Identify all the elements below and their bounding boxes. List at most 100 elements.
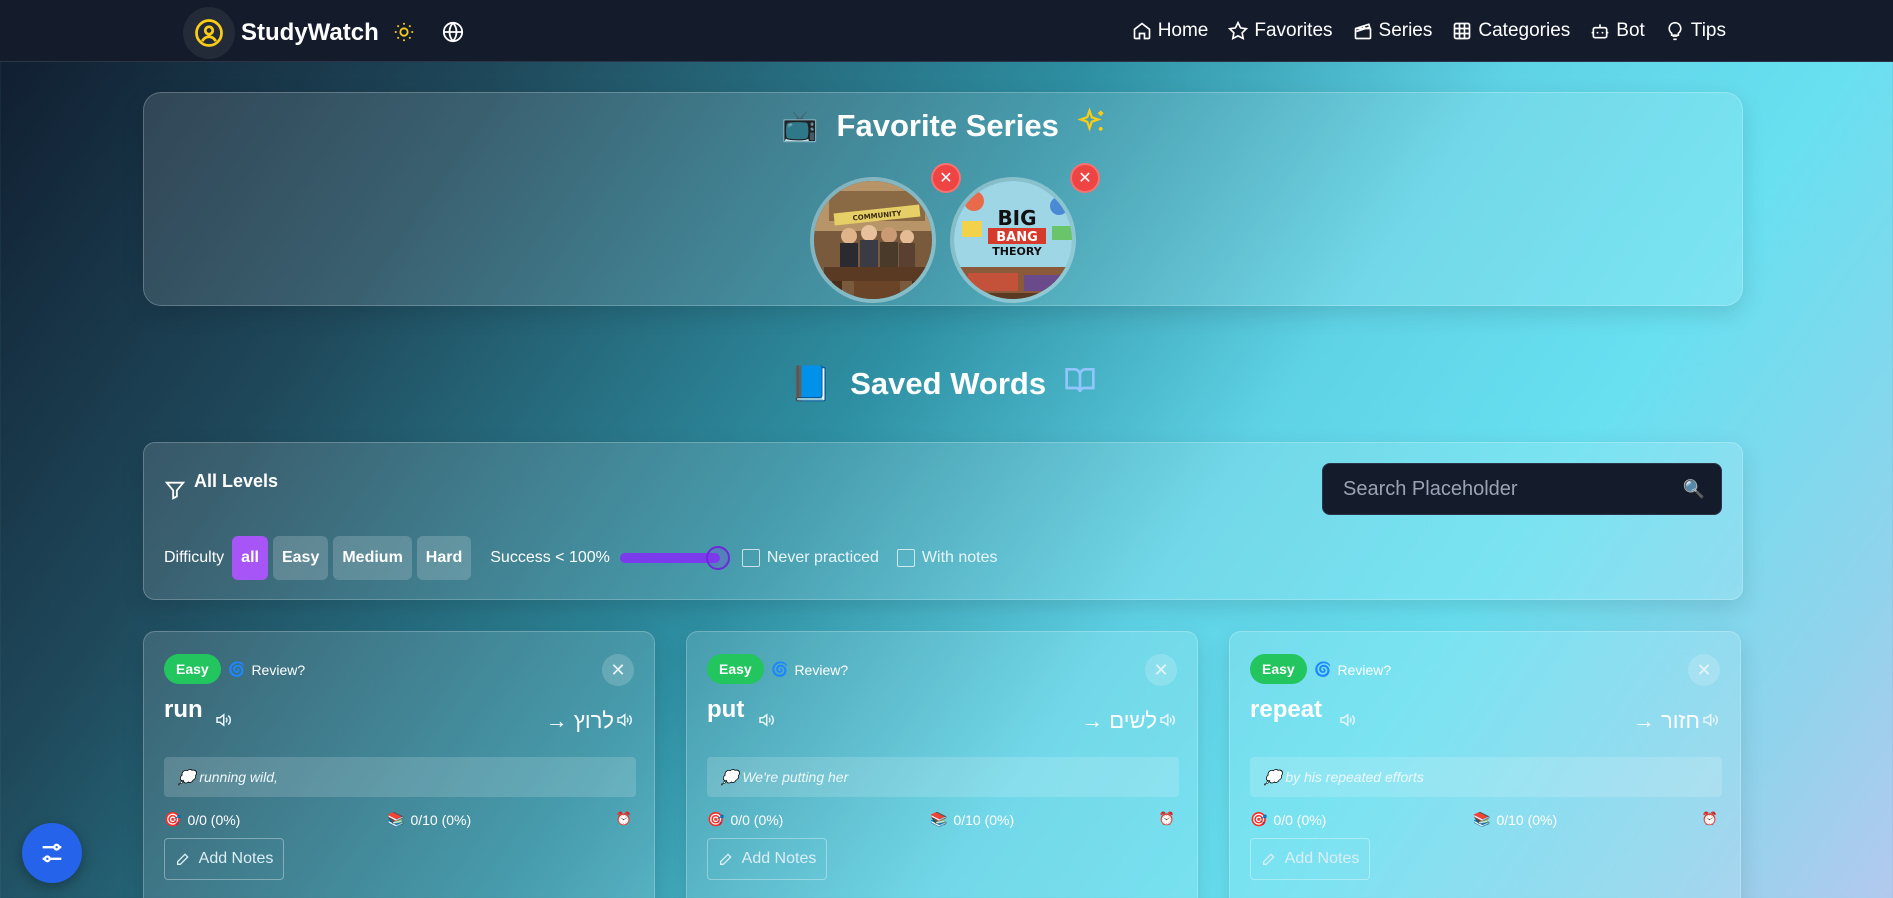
score-value: 0/0 (0%): [187, 811, 241, 828]
nav-home-label: Home: [1157, 20, 1209, 41]
alarm-clock-icon[interactable]: ⏰: [1159, 811, 1175, 827]
word-card: Easy 🌀 Review? ✕ put → לשים 💭 We're putt…: [686, 631, 1198, 898]
word-text: run: [164, 696, 203, 723]
series-poster-2[interactable]: BIG BANG THEORY: [950, 177, 1076, 303]
sliders-icon: [42, 843, 62, 863]
translation-text: → לשים: [1081, 708, 1157, 733]
levels-label: All Levels: [194, 471, 279, 491]
word-text: repeat: [1250, 696, 1323, 723]
user-avatar-icon[interactable]: [183, 7, 235, 59]
review-toggle[interactable]: 🌀 Review?: [1314, 661, 1391, 678]
pencil-icon: [719, 853, 732, 865]
delete-word-button[interactable]: ✕: [602, 654, 634, 686]
target-icon: 🎯: [164, 811, 182, 827]
remove-series-2-button[interactable]: ✕: [1070, 163, 1100, 193]
example-sentence: 💭 We're putting her: [707, 757, 1179, 797]
with-notes-box[interactable]: [896, 549, 915, 567]
level-badge: Easy: [164, 654, 221, 684]
difficulty-chip-easy[interactable]: Easy: [272, 536, 329, 580]
remove-series-1-button[interactable]: ✕: [931, 163, 961, 193]
add-notes-button[interactable]: Add Notes: [164, 838, 284, 880]
add-notes-button[interactable]: Add Notes: [707, 838, 827, 880]
success-slider-thumb[interactable]: [705, 546, 730, 570]
add-notes-button[interactable]: Add Notes: [1250, 838, 1370, 880]
success-slider[interactable]: [619, 546, 730, 570]
never-practiced-label: Never practiced: [766, 549, 879, 566]
example-sentence: 💭 running wild,: [164, 757, 636, 797]
nav-tips[interactable]: Tips: [1665, 20, 1726, 42]
levels-filter[interactable]: All Levels: [164, 471, 278, 501]
speaker-icon[interactable]: [756, 711, 776, 729]
delete-word-button[interactable]: ✕: [1688, 654, 1720, 686]
spiral-icon: 🌀: [771, 661, 789, 677]
lightbulb-icon: [1668, 21, 1682, 41]
difficulty-chip-medium[interactable]: Medium: [333, 536, 412, 580]
speaker-icon[interactable]: [1337, 711, 1357, 729]
svg-text:BANG: BANG: [996, 230, 1038, 245]
nav-categories[interactable]: Categories: [1452, 20, 1570, 42]
spiral-icon: 🌀: [1314, 661, 1332, 677]
review-toggle[interactable]: 🌀 Review?: [771, 661, 848, 678]
score-stat: 🎯 0/0 (0%): [164, 811, 240, 828]
brand-name: StudyWatch: [241, 19, 379, 46]
alarm-clock-icon[interactable]: ⏰: [1702, 811, 1718, 827]
never-practiced-checkbox[interactable]: Never practiced: [741, 549, 879, 567]
nav-bot-label: Bot: [1616, 20, 1645, 41]
difficulty-label: Difficulty: [164, 549, 225, 566]
top-navbar: StudyWatch Home Favorites Series Categor…: [0, 0, 1893, 62]
spiral-icon: 🌀: [228, 661, 246, 677]
nav-bot[interactable]: Bot: [1590, 20, 1645, 42]
word-card: Easy 🌀 Review? ✕ repeat → חזור 💭 by his …: [1229, 631, 1741, 898]
add-notes-label: Add Notes: [198, 850, 274, 867]
delete-word-button[interactable]: ✕: [1145, 654, 1177, 686]
language-globe-icon[interactable]: [440, 19, 466, 45]
poster-2-text: THEORY: [992, 245, 1042, 258]
saved-words-title: Saved Words: [850, 366, 1047, 401]
favorite-series-title: Favorite Series: [836, 108, 1059, 143]
grid-icon: [1454, 22, 1471, 40]
speaker-icon[interactable]: [213, 711, 233, 729]
progress-value: 0/10 (0%): [1496, 811, 1558, 828]
translation-speaker-icon[interactable]: [614, 711, 634, 729]
word-card: Easy 🌀 Review? ✕ run → לרוץ 💭 running wi…: [143, 631, 655, 898]
favorite-series-heading: 📺 Favorite Series: [144, 107, 1744, 145]
nav-favorites-label: Favorites: [1254, 20, 1333, 41]
books-icon: 📚: [1473, 811, 1491, 827]
theme-toggle-sun-icon[interactable]: [391, 19, 417, 45]
translation-text: → לרוץ: [545, 708, 614, 733]
example-sentence: 💭 by his repeated efforts: [1250, 757, 1722, 797]
progress-stat: 📚 0/10 (0%): [930, 811, 1014, 828]
pencil-icon: [1262, 853, 1275, 865]
filter-settings-fab[interactable]: [22, 823, 82, 883]
search-box[interactable]: 🔍: [1322, 463, 1722, 515]
score-stat: 🎯 0/0 (0%): [707, 811, 783, 828]
nav-links: Home Favorites Series Categories Bot Tip…: [1132, 0, 1726, 62]
progress-stat: 📚 0/10 (0%): [1473, 811, 1557, 828]
favorite-series-panel: 📺 Favorite Series COMMUNITY ✕ BIG BANG T…: [143, 92, 1743, 306]
review-toggle[interactable]: 🌀 Review?: [228, 661, 305, 678]
series-poster-1[interactable]: COMMUNITY: [810, 177, 936, 303]
add-notes-label: Add Notes: [741, 850, 817, 867]
success-filter-label: Success < 100%: [490, 549, 610, 566]
filter-panel: All Levels 🔍 Difficulty all Easy Medium …: [143, 442, 1743, 600]
translation-speaker-icon[interactable]: [1157, 711, 1177, 729]
difficulty-chip-all[interactable]: all: [232, 536, 268, 580]
bot-icon: [1591, 24, 1609, 39]
nav-favorites[interactable]: Favorites: [1228, 20, 1333, 42]
search-icon[interactable]: 🔍: [1683, 479, 1705, 500]
score-stat: 🎯 0/0 (0%): [1250, 811, 1326, 828]
never-practiced-box[interactable]: [741, 549, 760, 567]
tv-icon: 📺: [781, 109, 819, 143]
alarm-clock-icon[interactable]: ⏰: [616, 811, 632, 827]
open-book-icon: [1064, 364, 1096, 404]
with-notes-checkbox[interactable]: With notes: [896, 549, 998, 567]
nav-home[interactable]: Home: [1132, 20, 1209, 42]
difficulty-chip-hard[interactable]: Hard: [416, 536, 472, 580]
brand[interactable]: StudyWatch: [183, 7, 379, 59]
search-input[interactable]: [1323, 464, 1721, 514]
nav-tips-label: Tips: [1690, 20, 1726, 41]
add-notes-label: Add Notes: [1284, 850, 1360, 867]
translation-speaker-icon[interactable]: [1700, 711, 1720, 729]
home-icon: [1133, 22, 1151, 40]
nav-series[interactable]: Series: [1353, 20, 1432, 42]
